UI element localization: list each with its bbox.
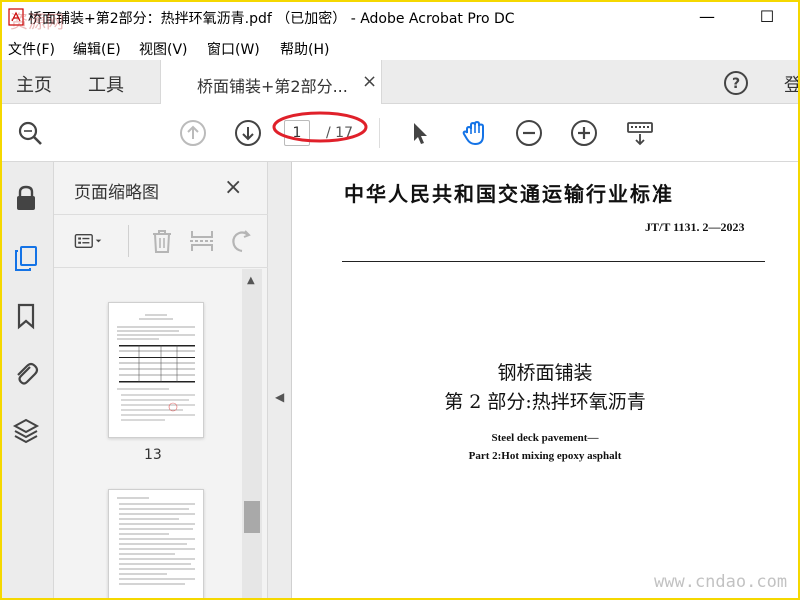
document-title-line2: 第 2 部分:热拌环氧沥青 [444,391,646,413]
paperclip-icon[interactable] [12,359,40,387]
zoom-out-icon[interactable] [515,119,543,147]
thumbnail-preview [117,497,195,585]
hand-icon[interactable] [460,119,488,147]
tab-bar: 主页 工具 桥面铺装+第2部分... × ? 登 [2,60,798,104]
collapse-arrow-icon[interactable]: ◀ [275,390,284,404]
zoom-in-icon[interactable] [570,119,598,147]
menu-window[interactable]: 窗口(W) [207,39,260,59]
rotate-icon[interactable] [228,227,256,255]
menu-file[interactable]: 文件(F) [8,39,55,59]
toolbar-divider [379,118,380,148]
page-down-icon[interactable] [234,119,262,147]
window-title: 桥面铺装+第2部分：热拌环氧沥青.pdf （已加密） - Adobe Acrob… [28,11,515,27]
english-title-line1: Steel deck pavement— [491,432,599,444]
left-navigation-rail [2,162,54,598]
help-icon-glyph: ? [732,76,740,92]
thumbnail-scrollbar[interactable]: ▲ [242,269,262,598]
title-bar: 桥面铺装+第2部分：热拌环氧沥青.pdf （已加密） - Adobe Acrob… [2,2,798,33]
menu-view[interactable]: 视图(V) [139,39,188,59]
tab-home[interactable]: 主页 [16,71,52,97]
panel-title: 页面缩略图 [74,183,159,203]
document-title-line1: 钢桥面铺装 [497,362,593,384]
help-icon[interactable]: ? [723,70,749,96]
toolbar-divider [128,225,129,257]
thumbnail-preview [117,314,195,421]
thumbnail-list: 13 ▲ [54,269,268,598]
pages-icon[interactable] [12,244,40,272]
acrobat-icon [8,8,24,26]
scrollbar-thumb[interactable] [244,501,260,533]
delete-icon[interactable] [148,227,176,255]
page-up-icon[interactable] [179,119,207,147]
menu-help[interactable]: 帮助(H) [280,39,329,59]
document-tab-label: 桥面铺装+第2部分... [197,77,348,96]
menu-edit[interactable]: 编辑(E) [73,39,121,59]
app-window: 桥面铺装+第2部分：热拌环氧沥青.pdf （已加密） - Adobe Acrob… [2,2,798,598]
highlight-annotation [272,111,368,143]
bookmark-icon[interactable] [12,302,40,330]
page-thumbnail[interactable] [108,302,204,438]
extract-pages-icon[interactable] [188,227,216,255]
page-thumbnails-panel: 页面缩略图 × 13 ▲ [54,162,268,598]
scroll-up-arrow-icon[interactable]: ▲ [247,275,255,286]
watermark-bottom-right: www.cndao.com [654,572,788,592]
thumbnail-page-label: 13 [144,447,162,463]
tab-tools[interactable]: 工具 [88,71,124,97]
sign-in-link[interactable]: 登 [784,71,798,97]
document-page: 中华人民共和国交通运输行业标准 JT/T 1131. 2—2023 钢桥面铺装 … [292,162,798,598]
search-icon[interactable] [16,119,44,147]
header-rule [342,261,765,262]
document-heading: 中华人民共和国交通运输行业标准 [344,182,674,206]
close-panel-button[interactable]: × [224,175,242,200]
keyboard-icon[interactable] [626,119,654,147]
menu-bar: 文件(F) 编辑(E) 视图(V) 窗口(W) 帮助(H) [2,34,798,60]
thumbnail-toolbar [54,214,268,268]
maximize-button[interactable]: ☐ [752,6,782,28]
lock-icon[interactable] [12,184,40,212]
close-tab-button[interactable]: × [362,71,377,92]
thumbnail-options-icon[interactable] [74,227,102,255]
main-toolbar: 1 / 17 [2,104,798,162]
select-arrow-icon[interactable] [406,119,434,147]
tab-document[interactable]: 桥面铺装+第2部分... × [160,60,382,104]
layers-icon[interactable] [12,417,40,445]
panel-collapse-strip[interactable]: ◀ [268,162,292,598]
minimize-button[interactable]: — [692,6,722,28]
page-thumbnail[interactable] [108,489,204,598]
standard-number: JT/T 1131. 2—2023 [645,220,745,234]
english-title-line2: Part 2:Hot mixing epoxy asphalt [468,450,622,462]
